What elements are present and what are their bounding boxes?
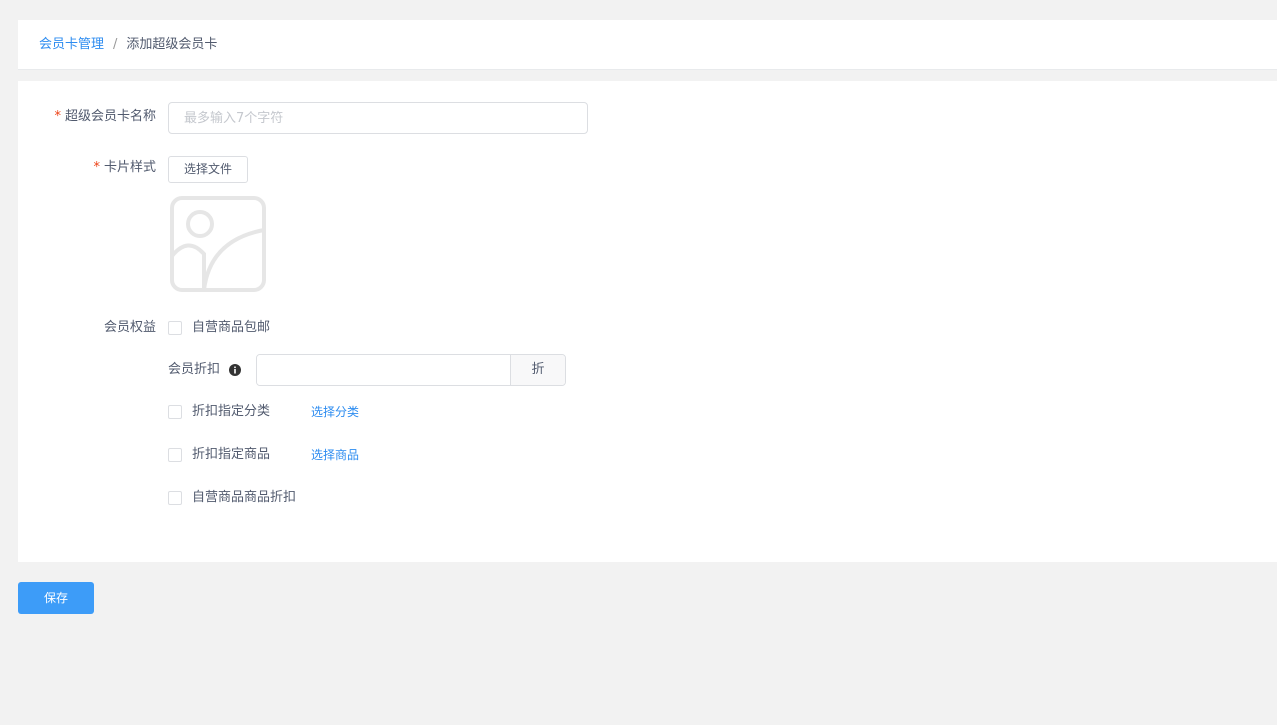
card-style-label-text: 卡片样式 (103, 160, 156, 175)
select-category-link[interactable]: 选择分类 (311, 403, 359, 421)
card-name-label-text: 超级会员卡名称 (64, 109, 156, 124)
required-mark: * (93, 160, 100, 175)
breadcrumb: 会员卡管理 / 添加超级会员卡 (39, 36, 217, 54)
free-shipping-checkbox[interactable] (168, 321, 182, 335)
breadcrumb-parent-link[interactable]: 会员卡管理 (39, 37, 104, 52)
category-discount-checkbox[interactable] (168, 405, 182, 419)
required-mark: * (54, 109, 61, 124)
product-discount-checkbox[interactable] (168, 448, 182, 462)
category-discount-label: 折扣指定分类 (192, 404, 271, 419)
member-discount-group: 折 (256, 354, 566, 386)
image-placeholder-icon (170, 196, 266, 292)
discount-unit: 折 (510, 355, 565, 385)
info-icon[interactable] (229, 364, 241, 376)
card-name-input[interactable] (168, 102, 588, 134)
save-button[interactable]: 保存 (18, 582, 94, 614)
breadcrumb-separator: / (113, 37, 118, 52)
choose-file-button[interactable]: 选择文件 (168, 156, 248, 183)
product-discount-label: 折扣指定商品 (192, 447, 271, 462)
own-product-discount-checkbox[interactable] (168, 491, 182, 505)
select-product-link[interactable]: 选择商品 (311, 446, 359, 464)
breadcrumb-card: 会员卡管理 / 添加超级会员卡 (18, 20, 1277, 70)
benefits-label: 会员权益 (103, 320, 156, 335)
member-card-form: *超级会员卡名称 *卡片样式 选择文件 会员权益 自营商品包邮 会员折扣 折 折… (18, 81, 1277, 562)
member-discount-label: 会员折扣 (168, 362, 221, 377)
own-product-discount-label: 自营商品商品折扣 (192, 490, 297, 505)
member-discount-input[interactable] (257, 355, 510, 385)
card-style-label: * 卡片样式 (26, 159, 156, 177)
breadcrumb-current: 添加超级会员卡 (126, 37, 218, 52)
free-shipping-label: 自营商品包邮 (192, 320, 271, 335)
card-name-label: * 超级会员卡名称 (26, 108, 156, 126)
